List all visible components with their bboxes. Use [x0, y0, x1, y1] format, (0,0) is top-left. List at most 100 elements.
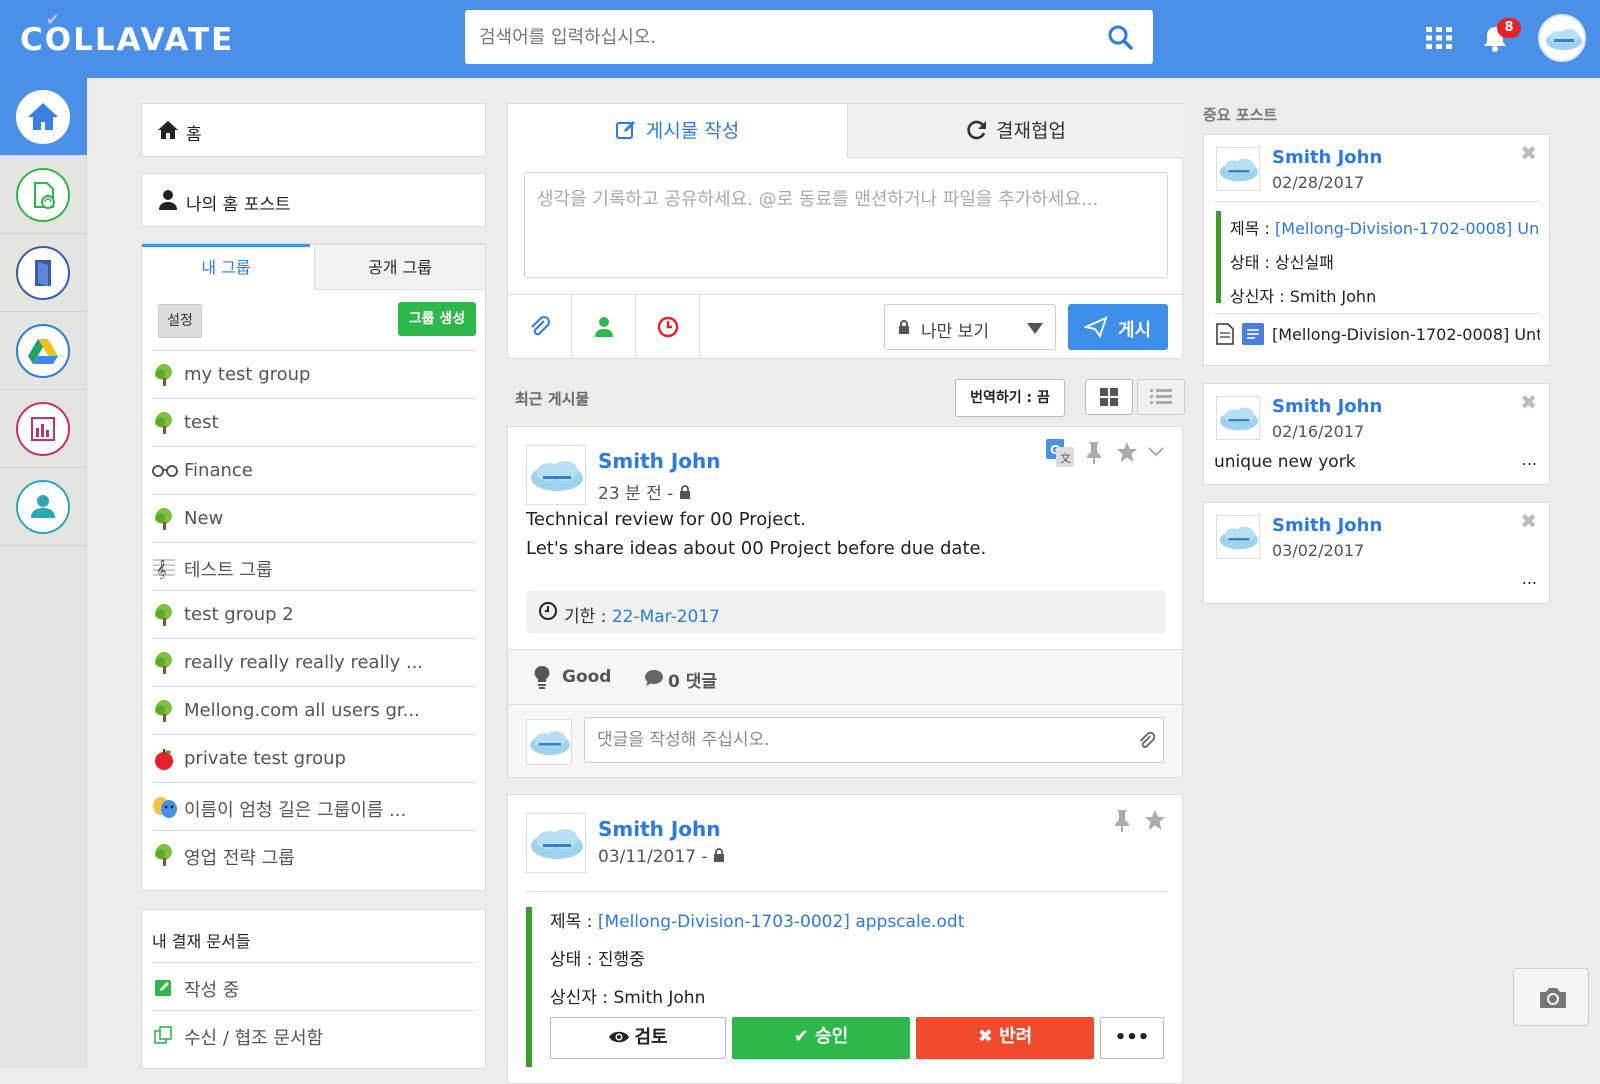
approval-item-inbox[interactable]: 수신 / 협조 문서함 [152, 1010, 476, 1058]
sidebar-group-item[interactable]: 영업 전략 그룹 [152, 830, 476, 878]
close-icon[interactable]: ✖ [1520, 509, 1537, 533]
approval-status-line: 상태 : 진행중 [550, 945, 645, 970]
logo[interactable]: ✔ COLLAVATE [20, 10, 234, 58]
sidebar-group-item[interactable]: Mellong.com all users gr... [152, 686, 476, 734]
close-icon[interactable]: ✖ [1520, 141, 1537, 165]
tab-approval-collab[interactable]: 결재협업 [847, 104, 1184, 158]
create-group-button[interactable]: 그룹 생성 [398, 302, 476, 336]
tree-icon [152, 363, 176, 387]
compose-panel: 게시물 작성 결재협업 나만 보기 게시 [507, 103, 1184, 359]
tree-icon [152, 843, 176, 867]
good-button[interactable]: Good [562, 667, 611, 687]
nav-profile[interactable] [0, 468, 87, 546]
more-button[interactable]: ••• [1100, 1017, 1164, 1059]
pencil-square-icon [155, 980, 171, 996]
important-post-author[interactable]: Smith John [1272, 515, 1382, 536]
check-icon: ✔ [793, 1026, 809, 1047]
tree-icon [152, 507, 176, 531]
attach-button[interactable] [508, 294, 572, 359]
sidebar-group-item[interactable]: New [152, 494, 476, 542]
post-author-avatar[interactable] [526, 445, 586, 505]
nav-docs[interactable] [0, 156, 87, 234]
user-icon [595, 317, 613, 337]
pin-icon[interactable] [1112, 809, 1132, 833]
sidebar-group-item[interactable]: 𝄞 테스트 그룹 [152, 542, 476, 590]
star-icon[interactable] [1144, 809, 1166, 831]
tab-my-groups[interactable]: 내 그룹 [142, 244, 310, 290]
nav-stats[interactable] [0, 390, 87, 468]
important-post-attachment[interactable]: [Mellong-Division-1702-0008] Unt... [1272, 325, 1540, 344]
close-icon[interactable]: ✖ [1520, 390, 1537, 414]
home-link[interactable]: 홈 [141, 103, 486, 157]
important-post-card[interactable]: Smith John 03/02/2017 ✖ ... [1203, 502, 1550, 604]
deadline-button[interactable] [636, 294, 700, 359]
divider [1214, 201, 1540, 202]
paperclip-icon[interactable] [1138, 731, 1156, 751]
settings-button[interactable]: 설정 [158, 304, 202, 338]
approval-title-link[interactable]: [Mellong-Division-1703-0002] appscale.od… [598, 912, 965, 932]
translate-toggle[interactable]: 번역하기 : 끔 [955, 379, 1065, 417]
apps-grid-icon[interactable] [1426, 27, 1452, 49]
list-view-button[interactable] [1137, 379, 1185, 415]
chevron-down-icon[interactable] [1148, 447, 1164, 457]
post-time: 03/11/2017 - [598, 847, 725, 867]
nav-drive[interactable] [0, 312, 87, 390]
nav-library-circle [16, 246, 70, 300]
deadline-label: 기한 : [564, 607, 607, 627]
visibility-value: 나만 보기 [921, 322, 989, 342]
important-post-avatar [1216, 515, 1260, 559]
post-author-name[interactable]: Smith John [598, 449, 721, 473]
approval-item-label: 작성 중 [184, 980, 240, 1001]
home-label: 홈 [186, 125, 202, 145]
screenshot-button[interactable] [1513, 968, 1589, 1026]
sidebar-group-item[interactable]: my test group [152, 350, 476, 398]
google-translate-icon[interactable]: G文 [1046, 439, 1074, 467]
important-post-card[interactable]: Smith John 02/28/2017 ✖ 제목 : [Mellong-Di… [1203, 134, 1550, 366]
tree-icon [152, 411, 176, 435]
mention-button[interactable] [572, 294, 636, 359]
post-author-avatar[interactable] [526, 813, 586, 873]
important-post-status-value: 상신실패 [1275, 253, 1334, 272]
sidebar-group-item[interactable]: really really really really ... [152, 638, 476, 686]
comment-count[interactable]: 0 댓글 [668, 667, 717, 692]
lightbulb-icon[interactable] [534, 665, 550, 689]
visibility-select[interactable]: 나만 보기 [884, 304, 1056, 350]
group-label: 영업 전략 그룹 [184, 848, 295, 869]
post-button[interactable]: 게시 [1068, 304, 1168, 350]
sidebar-group-item[interactable]: 이름이 엄청 길은 그룹이름 ... [152, 782, 476, 830]
approve-button[interactable]: ✔ 승인 [732, 1017, 910, 1059]
post-author-name[interactable]: Smith John [598, 817, 721, 841]
nav-home[interactable] [0, 78, 87, 156]
deadline-value[interactable]: 22-Mar-2017 [612, 607, 720, 627]
reject-button[interactable]: ✖ 반려 [916, 1017, 1094, 1059]
glasses-icon [152, 459, 178, 483]
important-post-author[interactable]: Smith John [1272, 147, 1382, 168]
search-input[interactable] [479, 10, 1079, 64]
sidebar-group-item[interactable]: private test group [152, 734, 476, 782]
important-post-status-line: 상태 : 상신실패 [1230, 249, 1334, 273]
lock-icon [713, 848, 724, 862]
pin-icon[interactable] [1084, 441, 1104, 465]
sidebar-group-item[interactable]: test [152, 398, 476, 446]
review-button[interactable]: 검토 [550, 1017, 726, 1059]
more-icon[interactable]: ... [1522, 450, 1537, 469]
tab-write-post[interactable]: 게시물 작성 [508, 104, 847, 158]
approval-docs-title: 내 결재 문서들 [152, 932, 251, 951]
post-time-text: 23 분 전 - [598, 484, 674, 504]
grid-view-button[interactable] [1085, 379, 1133, 415]
important-post-card[interactable]: Smith John 02/16/2017 ✖ unique new york … [1203, 383, 1550, 485]
nav-library[interactable] [0, 234, 87, 312]
post-textarea[interactable] [524, 172, 1168, 278]
more-icon[interactable]: ... [1522, 569, 1537, 588]
my-home-posts-link[interactable]: 나의 홈 포스트 [141, 173, 486, 227]
tab-public-groups[interactable]: 공개 그룹 [314, 244, 486, 290]
approval-item-drafts[interactable]: 작성 중 [152, 962, 476, 1010]
sidebar-group-item[interactable]: test group 2 [152, 590, 476, 638]
search-icon[interactable] [1107, 24, 1133, 50]
important-post-title-link[interactable]: [Mellong-Division-1702-0008] Unti... [1275, 219, 1540, 238]
star-icon[interactable] [1116, 441, 1138, 463]
important-post-author[interactable]: Smith John [1272, 396, 1382, 417]
user-avatar[interactable] [1538, 14, 1586, 62]
comment-input[interactable] [584, 717, 1164, 763]
sidebar-group-item[interactable]: Finance [152, 446, 476, 494]
